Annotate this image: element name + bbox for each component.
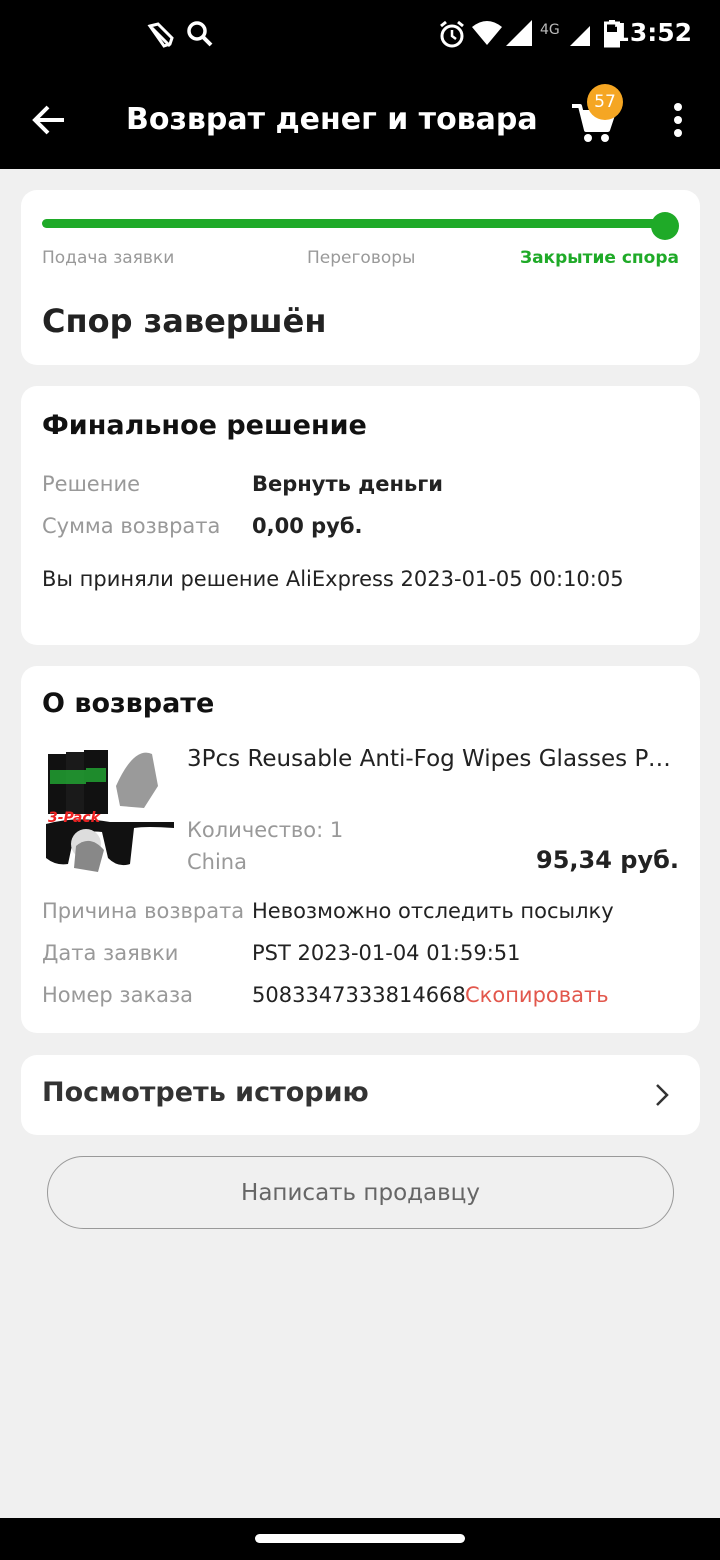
step-negotiation: Переговоры: [307, 248, 416, 268]
decision-value: Вернуть деньги: [252, 472, 443, 496]
product-title[interactable]: 3Pcs Reusable Anti-Fog Wipes Glasses Pr.…: [187, 746, 677, 772]
return-reason-label: Причина возврата: [42, 899, 245, 923]
alarm-icon: [440, 20, 464, 48]
decision-note: Вы приняли решение AliExpress 2023-01-05…: [42, 567, 624, 591]
clock: 13:52: [612, 18, 692, 47]
product-quantity: Количество: 1: [187, 818, 344, 842]
final-decision-heading: Финальное решение: [42, 410, 367, 441]
return-reason-value: Невозможно отследить посылку: [252, 899, 614, 923]
view-history-label: Посмотреть историю: [42, 1077, 369, 1108]
more-vert-icon[interactable]: [664, 100, 692, 140]
contact-seller-button[interactable]: Написать продавцу: [47, 1156, 674, 1229]
request-date-label: Дата заявки: [42, 941, 179, 965]
network-type: 4G: [540, 22, 560, 38]
decision-label: Решение: [42, 472, 141, 496]
wifi-icon: [472, 21, 502, 45]
product-origin: China: [187, 850, 247, 874]
step-closure: Закрытие спора: [520, 248, 679, 268]
refund-amount-label: Сумма возврата: [42, 514, 221, 538]
order-number-value: 5083347333814668: [252, 983, 466, 1007]
order-number-label: Номер заказа: [42, 983, 194, 1007]
back-arrow-icon[interactable]: [28, 98, 72, 142]
app-bar: Возврат денег и товара 57: [0, 72, 720, 169]
view-history-row[interactable]: Посмотреть историю: [21, 1055, 700, 1135]
progress-indicator-dot: [651, 212, 679, 240]
request-date-value: PST 2023-01-04 01:59:51: [252, 941, 521, 965]
chevron-right-icon: [656, 1084, 669, 1106]
product-price: 95,34 руб.: [536, 846, 679, 874]
cell-signal-2-icon: [570, 26, 590, 46]
product-image[interactable]: 3-Pack: [46, 746, 174, 876]
page-title: Возврат денег и товара: [126, 102, 538, 137]
signal-off-icon: [147, 22, 174, 48]
copy-order-number-link[interactable]: Скопировать: [465, 983, 609, 1007]
dispute-status-heading: Спор завершён: [42, 302, 327, 340]
home-indicator[interactable]: [255, 1534, 465, 1543]
status-bar: 4G 13:52: [0, 0, 720, 72]
dispute-progress-card: Подача заявки Переговоры Закрытие спора …: [21, 190, 700, 365]
progress-track: [42, 219, 672, 228]
step-submit: Подача заявки: [42, 248, 175, 268]
product-image-badge: 3-Pack: [48, 810, 102, 826]
about-return-heading: О возврате: [42, 688, 215, 719]
cart-count-badge: 57: [587, 84, 623, 120]
search-icon: [187, 21, 213, 47]
refund-amount-value: 0,00 руб.: [252, 514, 363, 538]
final-decision-card: Финальное решение Решение Вернуть деньги…: [21, 386, 700, 645]
system-nav-bar: [0, 1518, 720, 1560]
cell-signal-icon: [506, 20, 532, 46]
about-return-card: О возврате 3-Pack 3Pcs Reusable Anti-Fog…: [21, 666, 700, 1033]
